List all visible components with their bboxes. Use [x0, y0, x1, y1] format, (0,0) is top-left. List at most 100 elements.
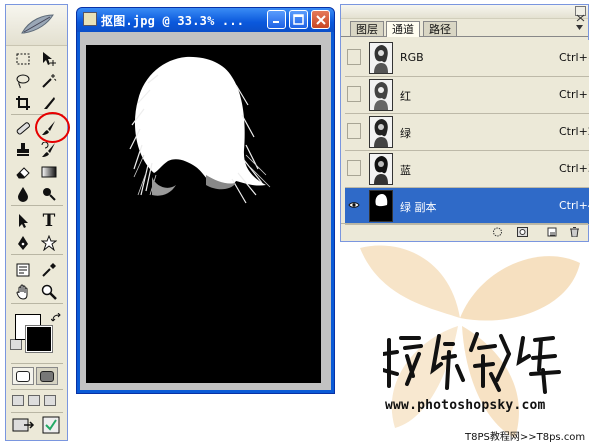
pen-tool-button[interactable] — [12, 232, 34, 253]
tab-channels[interactable]: 通道 — [386, 21, 420, 37]
background-color-swatch[interactable] — [25, 325, 53, 353]
lasso-tool-button[interactable] — [12, 70, 34, 91]
image-canvas[interactable] — [86, 45, 321, 383]
jump-to-imageready-icon[interactable] — [12, 416, 36, 434]
healing-brush-tool-button[interactable] — [12, 117, 34, 138]
tool-separator — [11, 412, 63, 413]
gradient-icon — [41, 166, 57, 177]
magic-wand-tool-button[interactable] — [38, 70, 60, 91]
quick-mask-icon — [40, 370, 54, 382]
portrait-thumbnail-icon — [374, 82, 388, 110]
blur-tool-button[interactable] — [12, 183, 34, 204]
eraser-tool-button[interactable] — [12, 161, 34, 182]
channels-list: RGB Ctrl+~ 红 Ctrl+1 绿 Ctrl+2 蓝 Ctrl+3 — [345, 40, 589, 225]
maximize-icon — [293, 14, 304, 25]
visibility-toggle[interactable] — [347, 197, 361, 213]
note-icon — [16, 263, 30, 276]
imageready-icon[interactable] — [42, 416, 60, 434]
tool-separator — [11, 254, 63, 255]
eraser-icon — [16, 166, 30, 178]
arrow-pointer-icon — [19, 213, 28, 228]
channel-row-red[interactable]: 红 Ctrl+1 — [345, 77, 589, 114]
visibility-toggle[interactable] — [347, 49, 361, 65]
path-selection-tool-button[interactable] — [12, 210, 34, 231]
tab-paths[interactable]: 路径 — [423, 21, 457, 36]
eye-icon — [348, 202, 360, 208]
stamp-icon — [17, 142, 29, 156]
toolbox-panel: T — [5, 4, 70, 441]
hair-mask-image — [129, 56, 271, 204]
toolbox-header — [6, 5, 67, 46]
slice-knife-icon — [44, 96, 55, 109]
document-image-icon — [83, 12, 97, 26]
move-tool-button[interactable] — [38, 48, 60, 69]
new-channel-icon[interactable] — [547, 227, 558, 237]
tool-separator — [11, 303, 63, 304]
panel-menu-icon[interactable] — [575, 23, 584, 32]
standard-mode-button[interactable] — [12, 367, 34, 385]
tab-layers[interactable]: 图层 — [350, 21, 384, 36]
maximize-button[interactable] — [289, 10, 308, 29]
channel-thumbnail — [369, 190, 393, 222]
feather-logo-icon[interactable] — [20, 13, 54, 35]
close-icon — [315, 14, 326, 25]
channel-row-rgb[interactable]: RGB Ctrl+~ — [345, 40, 589, 77]
channel-name: 绿 副本 — [400, 201, 437, 214]
visibility-toggle[interactable] — [347, 86, 361, 102]
channel-row-blue[interactable]: 蓝 Ctrl+3 — [345, 151, 589, 188]
screen-mode-menubar-icon[interactable] — [28, 395, 40, 406]
screen-mode-full-icon[interactable] — [44, 395, 56, 406]
channel-shortcut: Ctrl+~ — [559, 51, 589, 64]
eyedropper-tool-button[interactable] — [38, 259, 60, 280]
document-body — [80, 32, 331, 390]
clone-stamp-tool-button[interactable] — [12, 139, 34, 160]
channel-thumbnail — [369, 153, 393, 185]
zoom-tool-button[interactable] — [38, 281, 60, 302]
channel-row-green[interactable]: 绿 Ctrl+2 — [345, 114, 589, 151]
channel-thumbnail — [369, 42, 393, 74]
channels-panel: 图层 通道 路径 RGB Ctrl+~ 红 Ctrl+1 绿 — [340, 4, 589, 242]
screen-mode-standard-icon[interactable] — [12, 395, 24, 406]
marquee-tool-button[interactable] — [12, 48, 34, 69]
swap-colors-icon[interactable] — [51, 313, 63, 325]
visibility-toggle[interactable] — [347, 160, 361, 176]
panel-close-button[interactable] — [575, 6, 586, 22]
channel-shortcut: Ctrl+2 — [559, 125, 589, 138]
channel-shortcut: Ctrl+4 — [559, 199, 589, 212]
shape-tool-button[interactable] — [38, 232, 60, 253]
minimize-icon — [273, 21, 279, 23]
dodge-tool-button[interactable] — [38, 183, 60, 204]
quick-mask-mode-button[interactable] — [36, 367, 58, 385]
delete-channel-icon[interactable] — [569, 227, 580, 237]
channel-row-green-copy[interactable]: 绿 副本 Ctrl+4 — [345, 188, 589, 225]
hand-tool-button[interactable] — [12, 281, 34, 302]
dodge-icon — [43, 187, 56, 201]
notes-tool-button[interactable] — [12, 259, 34, 280]
panel-top-bar[interactable] — [341, 5, 588, 22]
channel-name: RGB — [400, 51, 424, 64]
hand-icon — [16, 284, 28, 300]
crop-tool-button[interactable] — [12, 92, 34, 113]
slice-tool-button[interactable] — [38, 92, 60, 113]
panel-footer — [341, 223, 588, 241]
magic-wand-icon — [42, 73, 57, 88]
credit-text: T8PS教程网>>T8ps.com — [465, 432, 586, 443]
save-selection-icon[interactable] — [517, 227, 528, 237]
visibility-toggle[interactable] — [347, 123, 361, 139]
type-icon: T — [42, 210, 56, 231]
close-button[interactable] — [311, 10, 330, 29]
gradient-tool-button[interactable] — [38, 161, 60, 182]
calligraphy-logo — [383, 332, 561, 394]
tool-separator — [11, 389, 63, 390]
load-selection-icon[interactable] — [492, 227, 503, 237]
default-colors-icon[interactable] — [10, 339, 22, 350]
eyedropper-icon — [42, 262, 56, 277]
channel-shortcut: Ctrl+3 — [559, 162, 589, 175]
portrait-thumbnail-icon — [374, 45, 388, 73]
document-title-bar[interactable]: 抠图.jpg @ 33.3% ... — [77, 8, 334, 32]
minimize-button[interactable] — [267, 10, 286, 29]
tool-separator — [11, 205, 63, 206]
tool-separator — [11, 363, 63, 364]
type-tool-button[interactable]: T — [38, 210, 60, 231]
channel-name: 蓝 — [400, 164, 411, 177]
